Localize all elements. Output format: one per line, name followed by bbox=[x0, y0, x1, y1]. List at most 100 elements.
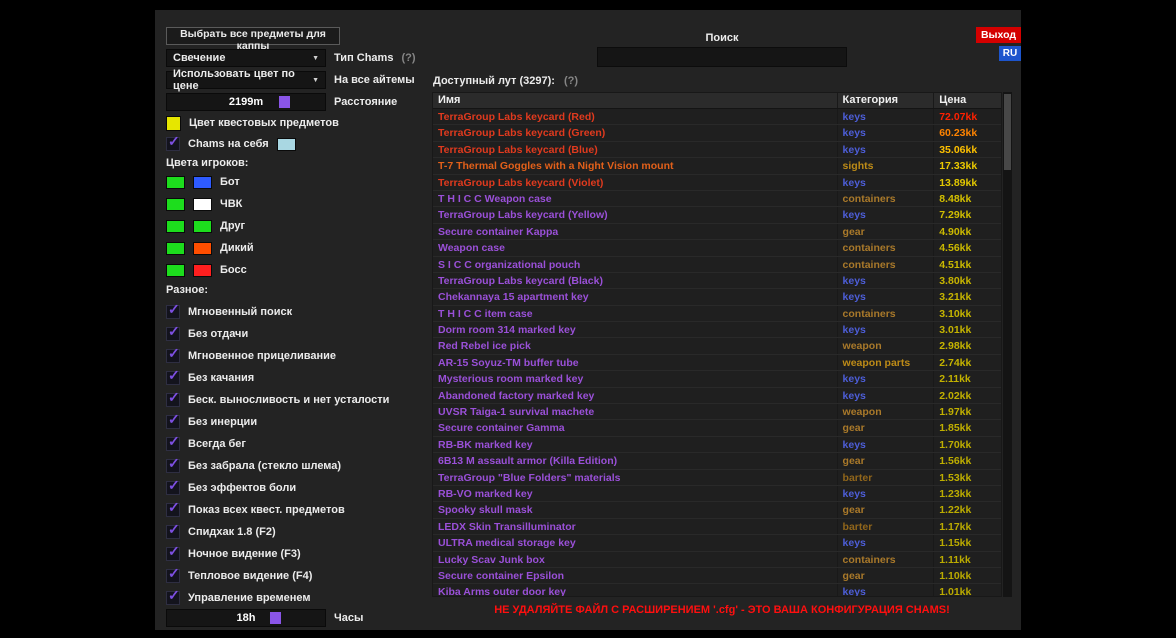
item-price: 4.56kk bbox=[939, 242, 972, 255]
option-label: Показ всех квест. предметов bbox=[188, 504, 345, 516]
table-row[interactable]: Secure container Epsilon gear 1.10kk bbox=[433, 567, 1001, 585]
option-checkbox[interactable]: ✓ bbox=[166, 456, 180, 473]
item-category: keys bbox=[838, 584, 935, 596]
table-row[interactable]: Secure container Kappa gear 4.90kk bbox=[433, 223, 1001, 241]
option-checkbox[interactable]: ✓ bbox=[166, 368, 180, 385]
option-checkbox[interactable]: ✓ bbox=[166, 390, 180, 407]
option-checkbox[interactable]: ✓ bbox=[166, 522, 180, 539]
table-row[interactable]: Secure container Gamma gear 1.85kk bbox=[433, 420, 1001, 437]
item-name: UVSR Taiga-1 survival machete bbox=[433, 404, 838, 420]
option-checkbox[interactable]: ✓ bbox=[166, 587, 180, 605]
player-hidden-color-swatch[interactable] bbox=[193, 197, 212, 211]
check-icon: ✓ bbox=[168, 587, 180, 603]
table-row[interactable]: AR-15 Soyuz-TM buffer tube weapon parts … bbox=[433, 354, 1001, 372]
hours-slider[interactable]: 18h bbox=[166, 609, 326, 627]
player-visible-color-swatch[interactable] bbox=[166, 219, 185, 233]
language-badge[interactable]: RU bbox=[999, 46, 1021, 61]
table-row[interactable]: 6B13 M assault armor (Killa Edition) gea… bbox=[433, 453, 1001, 470]
column-header-price[interactable]: Цена bbox=[934, 93, 1001, 108]
distance-slider[interactable]: 2199m bbox=[166, 93, 326, 111]
player-hidden-color-swatch[interactable] bbox=[193, 241, 212, 255]
player-type-label: Друг bbox=[220, 220, 246, 232]
option-checkbox[interactable]: ✓ bbox=[166, 500, 180, 517]
player-visible-color-swatch[interactable] bbox=[166, 263, 185, 277]
item-name: LEDX Skin Transilluminator bbox=[433, 518, 838, 535]
table-row[interactable]: Lucky Scav Junk box containers 1.11kk bbox=[433, 551, 1001, 568]
column-header-category[interactable]: Категория bbox=[838, 93, 935, 108]
table-row[interactable]: T H I C C item case containers 3.10kk bbox=[433, 305, 1001, 323]
player-hidden-color-swatch[interactable] bbox=[193, 263, 212, 277]
table-row[interactable]: TerraGroup Labs keycard (Red) keys 72.07… bbox=[433, 109, 1001, 126]
table-row[interactable]: TerraGroup Labs keycard (Green) keys 60.… bbox=[433, 125, 1001, 142]
quest-color-label: Цвет квестовых предметов bbox=[189, 117, 339, 129]
table-row[interactable]: S I C C organizational pouch containers … bbox=[433, 256, 1001, 273]
option-checkbox[interactable]: ✓ bbox=[166, 544, 180, 561]
item-name: T H I C C item case bbox=[433, 305, 838, 322]
table-row[interactable]: RB-VO marked key keys 1.23kk bbox=[433, 485, 1001, 503]
table-row[interactable]: Chekannaya 15 apartment key keys 3.21kk bbox=[433, 289, 1001, 306]
item-price: 1.53kk bbox=[939, 471, 972, 484]
chams-type-value: Свечение bbox=[173, 52, 226, 64]
chams-self-color-swatch[interactable] bbox=[276, 137, 296, 151]
item-name: Lucky Scav Junk box bbox=[433, 551, 838, 567]
table-row[interactable]: Dorm room 314 marked key keys 3.01kk bbox=[433, 322, 1001, 339]
option-checkbox[interactable]: ✓ bbox=[166, 324, 180, 341]
slider-handle[interactable] bbox=[279, 96, 291, 108]
table-row[interactable]: ULTRA medical storage key keys 1.15kk bbox=[433, 535, 1001, 552]
search-input[interactable] bbox=[597, 47, 847, 67]
misc-option-row: ✓ Спидхак 1.8 (F2) bbox=[166, 522, 389, 539]
item-category: keys bbox=[838, 485, 935, 502]
table-scrollbar[interactable] bbox=[1003, 92, 1012, 597]
option-checkbox[interactable]: ✓ bbox=[166, 477, 180, 495]
table-row[interactable]: TerraGroup "Blue Folders" materials bart… bbox=[433, 469, 1001, 486]
option-checkbox[interactable]: ✓ bbox=[166, 346, 180, 363]
option-checkbox[interactable]: ✓ bbox=[166, 566, 180, 583]
player-visible-color-swatch[interactable] bbox=[166, 241, 185, 255]
table-row[interactable]: LEDX Skin Transilluminator barter 1.17kk bbox=[433, 518, 1001, 536]
player-hidden-color-swatch[interactable] bbox=[193, 219, 212, 233]
table-row[interactable]: UVSR Taiga-1 survival machete weapon 1.9… bbox=[433, 404, 1001, 421]
option-checkbox[interactable]: ✓ bbox=[166, 412, 180, 429]
player-visible-color-swatch[interactable] bbox=[166, 197, 185, 211]
option-checkbox[interactable]: ✓ bbox=[166, 302, 180, 319]
misc-option-row: ✓ Мгновенный поиск bbox=[166, 302, 389, 319]
item-category: keys bbox=[838, 289, 935, 305]
player-visible-color-swatch[interactable] bbox=[166, 175, 185, 189]
select-all-kappa-button[interactable]: Выбрать все предметы для каппы bbox=[166, 27, 340, 52]
table-row[interactable]: RB-BK marked key keys 1.70kk bbox=[433, 436, 1001, 454]
chams-self-checkbox[interactable]: ✓ bbox=[166, 134, 180, 151]
scrollbar-thumb[interactable] bbox=[1004, 94, 1011, 170]
table-row[interactable]: Mysterious room marked key keys 2.11kk bbox=[433, 371, 1001, 388]
player-hidden-color-swatch[interactable] bbox=[193, 175, 212, 189]
table-row[interactable]: Abandoned factory marked key keys 2.02kk bbox=[433, 387, 1001, 405]
slider-handle[interactable] bbox=[269, 612, 281, 624]
hours-label: Часы bbox=[334, 612, 364, 624]
misc-options-list: ✓ Мгновенный поиск ✓ Без отдачи ✓ Мгнове… bbox=[166, 302, 389, 605]
help-icon[interactable]: (?) bbox=[564, 75, 578, 87]
table-row[interactable]: Kiba Arms outer door key keys 1.01kk bbox=[433, 584, 1001, 596]
item-price: 3.21kk bbox=[939, 291, 972, 304]
check-icon: ✓ bbox=[168, 477, 180, 493]
player-color-row: Бот bbox=[166, 175, 254, 189]
table-row[interactable]: Spooky skull mask gear 1.22kk bbox=[433, 502, 1001, 519]
color-by-price-dropdown[interactable]: Использовать цвет по цене ▼ bbox=[166, 68, 326, 92]
table-row[interactable]: TerraGroup Labs keycard (Black) keys 3.8… bbox=[433, 272, 1001, 290]
column-header-name[interactable]: Имя bbox=[433, 93, 838, 108]
table-row[interactable]: Red Rebel ice pick weapon 2.98kk bbox=[433, 338, 1001, 355]
exit-button[interactable]: Выход bbox=[976, 27, 1021, 43]
item-name: S I C C organizational pouch bbox=[433, 256, 838, 272]
table-row[interactable]: T H I C C Weapon case containers 8.48kk bbox=[433, 190, 1001, 208]
option-label: Мгновенное прицеливание bbox=[188, 350, 337, 362]
table-row[interactable]: Weapon case containers 4.56kk bbox=[433, 240, 1001, 257]
item-category: keys bbox=[838, 371, 935, 387]
table-row[interactable]: TerraGroup Labs keycard (Violet) keys 13… bbox=[433, 174, 1001, 191]
chams-type-dropdown[interactable]: Свечение ▼ bbox=[166, 49, 326, 67]
option-checkbox[interactable]: ✓ bbox=[166, 434, 180, 451]
table-row[interactable]: TerraGroup Labs keycard (Blue) keys 35.0… bbox=[433, 141, 1001, 159]
item-category: keys bbox=[838, 535, 935, 551]
table-row[interactable]: T-7 Thermal Goggles with a Night Vision … bbox=[433, 158, 1001, 175]
quest-items-color-swatch[interactable] bbox=[166, 115, 181, 131]
item-price: 7.29kk bbox=[939, 209, 972, 222]
help-icon[interactable]: (?) bbox=[401, 52, 415, 64]
table-row[interactable]: TerraGroup Labs keycard (Yellow) keys 7.… bbox=[433, 207, 1001, 224]
